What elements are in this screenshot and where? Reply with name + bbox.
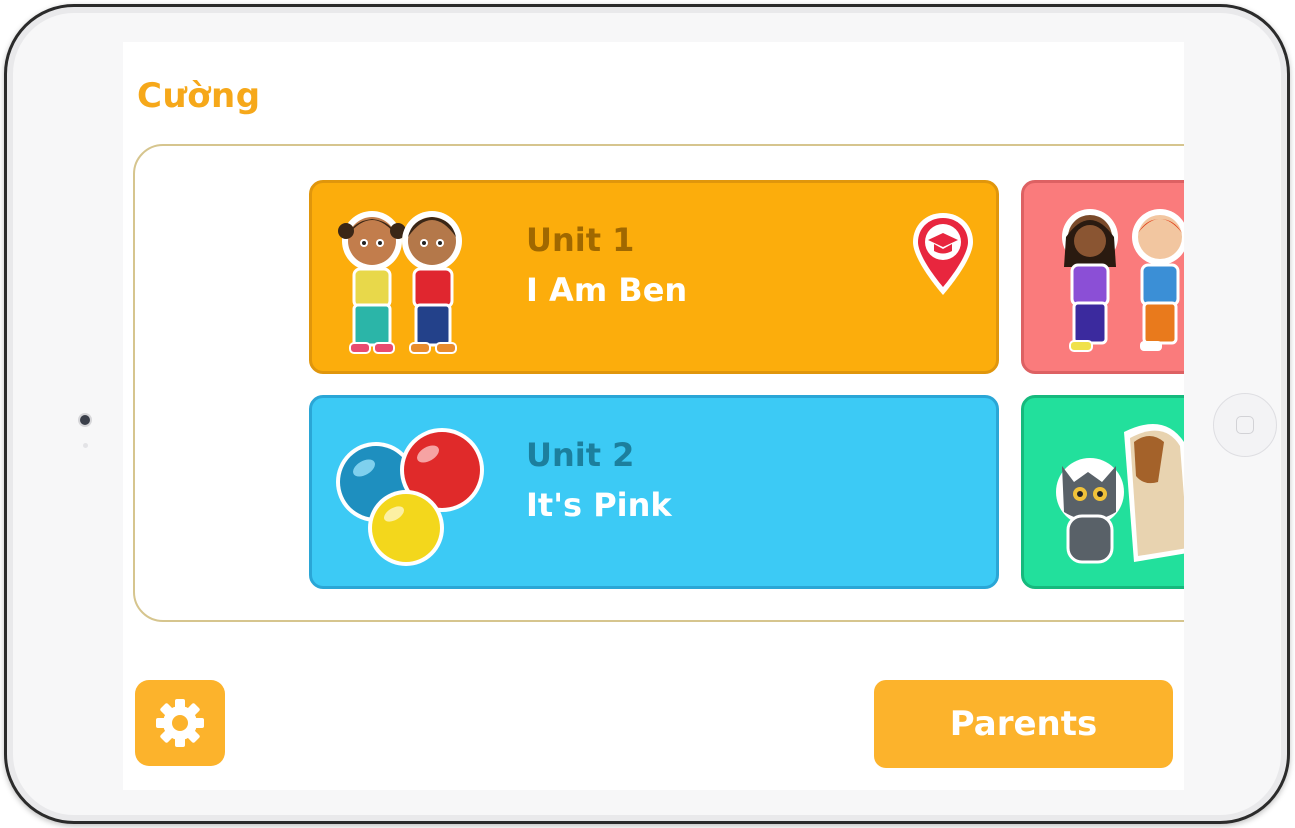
home-button[interactable]	[1213, 393, 1277, 457]
unit-title: It's Pink	[526, 486, 672, 524]
unit-title: I Am Ben	[526, 271, 688, 309]
parents-button[interactable]: Parents	[874, 680, 1173, 768]
unit-number-label: Unit 1	[526, 221, 635, 259]
home-button-icon	[1236, 416, 1254, 434]
front-camera	[80, 415, 90, 425]
gear-icon	[156, 699, 204, 747]
two-kids-illustration	[338, 211, 462, 354]
unit-card-3-partial[interactable]	[1021, 180, 1184, 374]
unit-card-1[interactable]: Unit 1 I Am Ben	[309, 180, 999, 374]
light-sensor	[83, 443, 88, 448]
cat-and-dog-illustration	[1056, 424, 1184, 564]
settings-button[interactable]	[135, 680, 225, 766]
graduation-cap-map-pin-icon[interactable]	[909, 209, 977, 301]
unit-card-4-partial[interactable]	[1021, 395, 1184, 589]
app-screen: Cường Unit 1 I Am Ben Unit 2 It's Pink P…	[123, 42, 1184, 790]
two-kids-waving-illustration	[1062, 209, 1184, 352]
units-carousel[interactable]: Unit 1 I Am Ben Unit 2 It's Pink	[133, 144, 1184, 622]
unit-card-2[interactable]: Unit 2 It's Pink	[309, 395, 999, 589]
unit-number-label: Unit 2	[526, 436, 635, 474]
profile-name: Cường	[137, 76, 261, 116]
colored-balls-illustration	[336, 428, 484, 566]
